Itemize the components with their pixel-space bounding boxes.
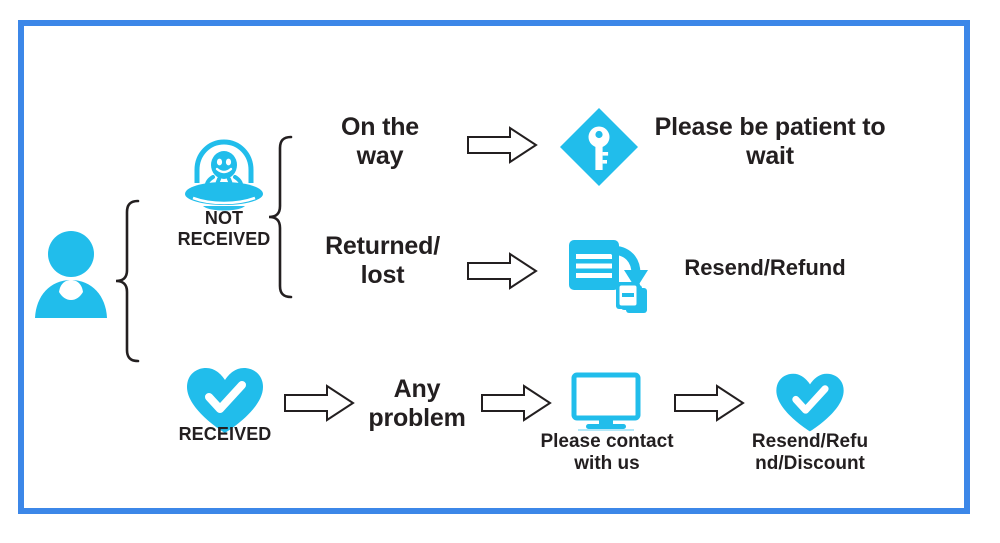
resend-refund-discount-label: Resend/Refu nd/Discount — [751, 431, 869, 475]
outer-brace — [108, 198, 142, 364]
arrow-right-outline-icon — [283, 383, 355, 423]
arrow-right-outline-icon — [673, 383, 745, 423]
heart-check-icon — [773, 372, 847, 434]
resend-refund-label: Resend/Refund — [684, 255, 846, 280]
inner-brace — [265, 134, 295, 300]
arrow-right-outline-icon — [466, 251, 538, 291]
diagram-canvas: NOT RECEIVED On the way Please be patien… — [0, 0, 1000, 543]
on-the-way-label: On the way — [341, 113, 419, 170]
arrow-right-outline-icon — [480, 383, 552, 423]
arrow-right-outline-icon — [466, 125, 538, 165]
contact-us-label: Please contact with us — [540, 431, 674, 475]
any-problem-label: Any problem — [368, 375, 466, 432]
ufo-alien-icon — [183, 136, 265, 216]
document-resend-icon — [566, 236, 650, 320]
monitor-icon — [570, 372, 642, 432]
please-be-patient-label: Please be patient to wait — [654, 113, 886, 170]
key-diamond-icon — [556, 104, 642, 190]
received-label: RECEIVED — [178, 424, 272, 444]
customer-person-icon — [33, 228, 109, 320]
returned-lost-label: Returned/ lost — [325, 232, 440, 289]
